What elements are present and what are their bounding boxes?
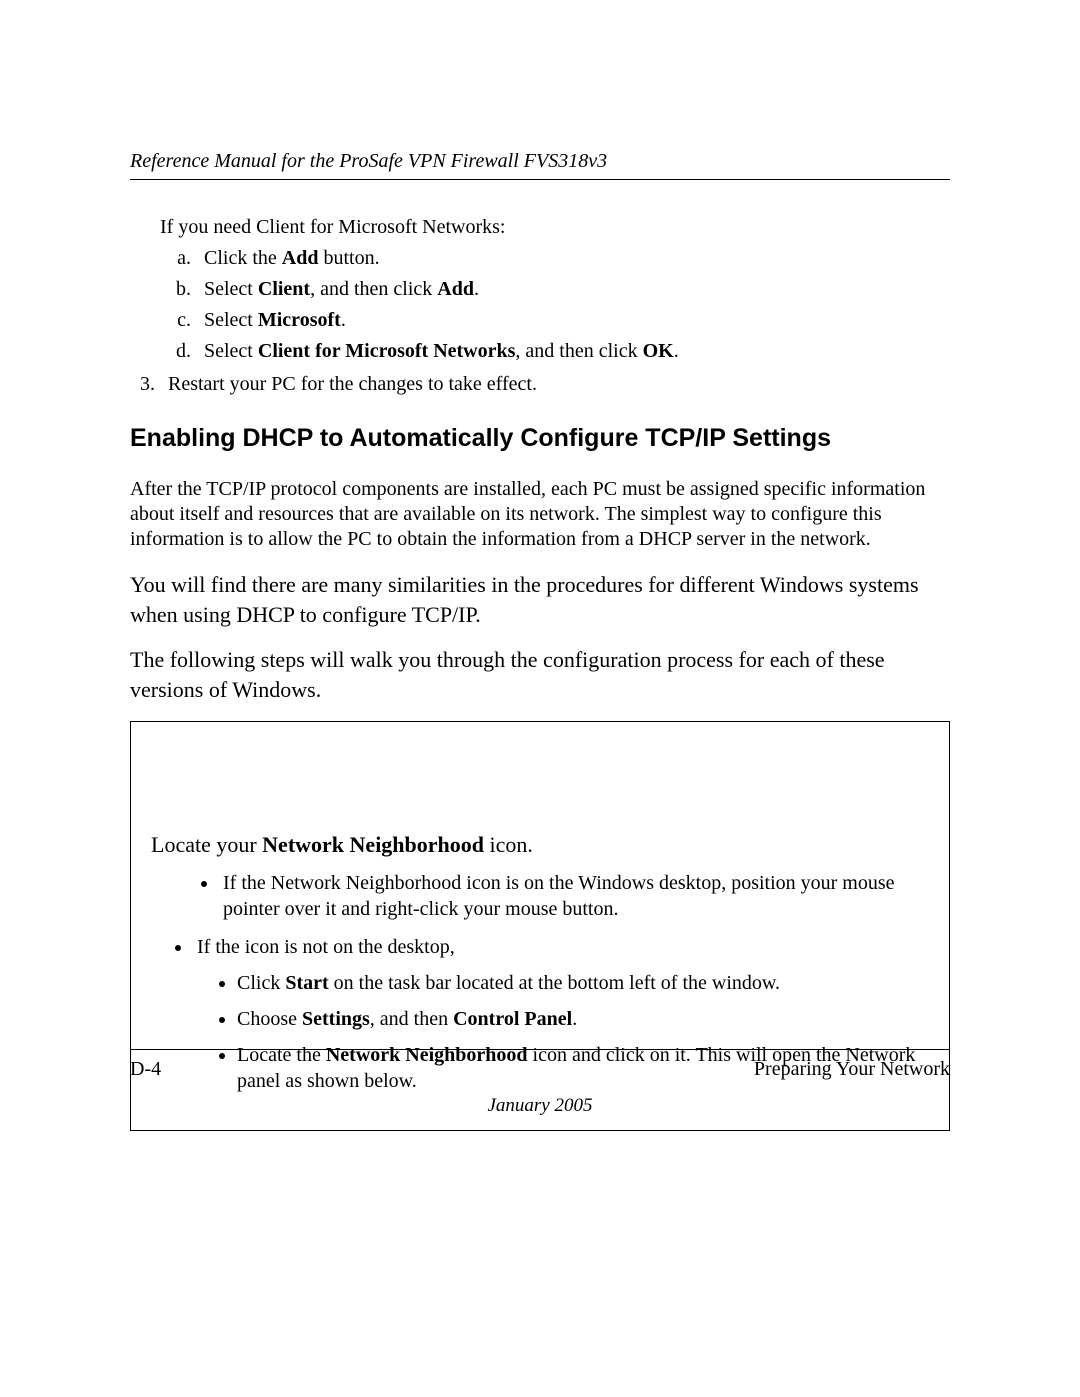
list-item: Choose Settings, and then Control Panel. xyxy=(237,1006,929,1032)
text: Select xyxy=(204,309,258,331)
page-number: D-4 xyxy=(130,1058,161,1081)
footer-rule xyxy=(130,1049,950,1050)
document-page: Reference Manual for the ProSafe VPN Fir… xyxy=(0,0,1080,1397)
list-item: Click the Add button. xyxy=(196,247,950,270)
text: Click the xyxy=(204,247,282,269)
text: on the task bar located at the bottom le… xyxy=(329,972,780,994)
body-paragraph: You will find there are many similaritie… xyxy=(130,570,950,629)
section-heading: Enabling DHCP to Automatically Configure… xyxy=(130,424,950,453)
body-paragraph: The following steps will walk you throug… xyxy=(130,645,950,704)
bold-text: Add xyxy=(282,247,319,269)
running-header: Reference Manual for the ProSafe VPN Fir… xyxy=(130,150,950,180)
text: button. xyxy=(318,247,379,269)
text: Select xyxy=(204,278,258,300)
bold-text: OK xyxy=(643,340,674,362)
bold-text: Control Panel xyxy=(453,1008,572,1030)
list-item: Select Client for Microsoft Networks, an… xyxy=(196,340,950,363)
list-item: Select Microsoft. xyxy=(196,309,950,332)
numbered-list: Restart your PC for the changes to take … xyxy=(130,373,950,396)
list-item: Restart your PC for the changes to take … xyxy=(160,373,950,396)
text: , and then click xyxy=(515,340,642,362)
bold-text: Settings xyxy=(302,1008,370,1030)
list-item: If the Network Neighborhood icon is on t… xyxy=(219,870,929,922)
text: . xyxy=(674,340,679,362)
footer-date: January 2005 xyxy=(130,1095,950,1117)
bold-text: Client for Microsoft Networks xyxy=(258,340,516,362)
text: Select xyxy=(204,340,258,362)
page-footer: D-4 Preparing Your Network January 2005 xyxy=(130,1049,950,1117)
text: Locate your xyxy=(151,832,262,857)
text: , and then xyxy=(370,1008,453,1030)
text: . xyxy=(572,1008,577,1030)
text: Choose xyxy=(237,1008,302,1030)
intro-text: If you need Client for Microsoft Network… xyxy=(160,216,950,239)
text: . xyxy=(341,309,346,331)
list-item: Select Client, and then click Add. xyxy=(196,278,950,301)
text: , and then click xyxy=(310,278,437,300)
locate-line: Locate your Network Neighborhood icon. xyxy=(151,832,929,858)
text: Click xyxy=(237,972,285,994)
lettered-list: Click the Add button. Select Client, and… xyxy=(160,247,950,363)
text: If the icon is not on the desktop, xyxy=(197,936,455,958)
bold-text: Add xyxy=(437,278,474,300)
bold-text: Start xyxy=(285,972,328,994)
body-paragraph: After the TCP/IP protocol components are… xyxy=(130,477,950,552)
bold-text: Client xyxy=(258,278,310,300)
text: icon. xyxy=(484,832,533,857)
text: . xyxy=(474,278,479,300)
section-name: Preparing Your Network xyxy=(754,1058,950,1081)
list-item: Click Start on the task bar located at t… xyxy=(237,970,929,996)
bold-text: Microsoft xyxy=(258,309,341,331)
bold-text: Network Neighborhood xyxy=(262,832,484,857)
